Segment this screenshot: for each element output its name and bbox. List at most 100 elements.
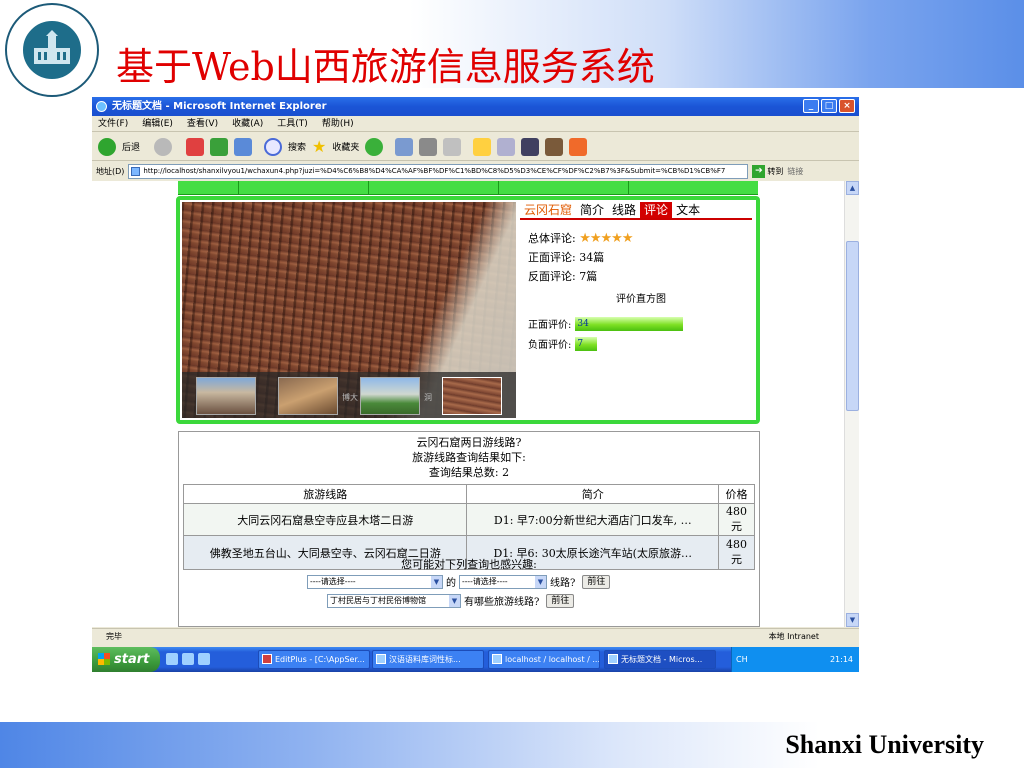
notes-icon[interactable]	[473, 137, 492, 156]
region-select-value: ----请选择----	[310, 576, 356, 586]
address-input[interactable]: http://localhost/shanxilvyou1/wchaxun4.p…	[128, 163, 749, 179]
window-titlebar[interactable]: 无标题文档 - Microsoft Internet Explorer _ □ …	[92, 97, 859, 116]
close-button[interactable]: ×	[839, 99, 855, 113]
tab-name[interactable]: 云冈石窟	[520, 202, 577, 218]
menu-favorites[interactable]: 收藏(A)	[232, 116, 263, 131]
edit-icon[interactable]	[443, 137, 462, 156]
col-header-route: 旅游线路	[182, 484, 468, 504]
print-icon[interactable]	[419, 137, 438, 156]
row-route[interactable]: 大同云冈石窟悬空寺应县木塔二日游	[182, 503, 468, 536]
menu-tools[interactable]: 工具(T)	[277, 116, 308, 131]
chevron-down-icon: ▼	[535, 575, 546, 588]
quick-launch	[166, 653, 210, 665]
clock[interactable]: 21:14	[830, 647, 853, 672]
language-indicator[interactable]: CH	[736, 655, 748, 664]
window-icon	[376, 654, 386, 664]
windows-taskbar: start EditPlus - [C:\AppSer... 汉语语料库词性标.…	[92, 647, 859, 672]
go-button[interactable]: ➔ 转到	[752, 164, 784, 178]
back-label[interactable]: 后退	[122, 140, 140, 153]
task-ie-active[interactable]: 无标题文档 - Micros...	[604, 650, 716, 669]
thumbnail-2[interactable]	[278, 377, 338, 415]
messenger-icon[interactable]	[497, 137, 516, 156]
region-select[interactable]: ----请选择---- ▼	[307, 574, 443, 589]
quicklaunch-icon[interactable]	[182, 653, 194, 665]
tab-intro[interactable]: 简介	[576, 202, 608, 218]
menu-help[interactable]: 帮助(H)	[322, 116, 354, 131]
windows-flag-icon	[98, 653, 110, 665]
scroll-down-icon[interactable]: ▼	[846, 613, 859, 627]
scroll-up-icon[interactable]: ▲	[846, 181, 859, 195]
ie-icon	[492, 654, 502, 664]
quicklaunch-icon[interactable]	[166, 653, 178, 665]
star-icon[interactable]: ★	[312, 137, 326, 156]
task-localhost[interactable]: localhost / localhost / ...	[488, 650, 600, 669]
search-label[interactable]: 搜索	[288, 140, 306, 153]
go-label: 转到	[767, 166, 784, 176]
menu-file[interactable]: 文件(F)	[98, 116, 128, 131]
task-corpus[interactable]: 汉语语料库词性标...	[372, 650, 484, 669]
forward-icon[interactable]	[154, 137, 173, 156]
site-nav-bar[interactable]	[178, 181, 758, 195]
related-query-2: 丁村民居与丁村民俗博物馆 ▼ 有哪些旅游线路? 前往	[327, 593, 575, 608]
positive-count: 正面评论: 34篇	[528, 251, 605, 264]
quicklaunch-icon[interactable]	[198, 653, 210, 665]
minimize-button[interactable]: _	[803, 99, 819, 113]
thumbnail-1[interactable]	[196, 377, 256, 415]
maximize-button[interactable]: □	[821, 99, 837, 113]
type-select[interactable]: ----请选择---- ▼	[459, 574, 547, 589]
thumbnail-4[interactable]	[442, 377, 502, 415]
rating-stars-icon: ★★★★★	[579, 231, 633, 246]
vertical-scrollbar[interactable]: ▲ ▼	[844, 181, 859, 627]
menu-edit[interactable]: 编辑(E)	[142, 116, 173, 131]
attraction-info: 云冈石窟 简介 线路 评论 文本 总体评论: ★★★★★ 正面评论: 34篇 反…	[520, 202, 752, 418]
page-viewport: 博大 洞 云冈石窟 简介 线路 评论 文本 总体评论: ★★★★★ 正面评论: …	[92, 181, 844, 627]
attraction-tabs: 云冈石窟 简介 线路 评论 文本	[520, 202, 752, 220]
attraction-select[interactable]: 丁村民居与丁村民俗博物馆 ▼	[327, 593, 461, 608]
addon-icon[interactable]	[569, 137, 588, 156]
tab-route[interactable]: 线路	[608, 202, 640, 218]
favorites-label[interactable]: 收藏夹	[332, 140, 359, 153]
query-results-panel: 云冈石窟两日游线路? 旅游线路查询结果如下: 查询结果总数: 2 旅游线路 简介…	[178, 431, 760, 627]
go-query-button[interactable]: 前往	[582, 574, 611, 589]
ie-icon	[96, 101, 107, 112]
start-button[interactable]: start	[92, 647, 160, 672]
links-label[interactable]: 链接	[787, 166, 803, 177]
query-count: 查询结果总数: 2	[428, 466, 510, 479]
menu-view[interactable]: 查看(V)	[187, 116, 218, 131]
address-bar: 地址(D) http://localhost/shanxilvyou1/wcha…	[92, 162, 859, 180]
window-title-app: - Microsoft Internet Explorer	[162, 101, 327, 112]
task-label: EditPlus - [C:\AppSer...	[275, 655, 365, 664]
scroll-thumb[interactable]	[846, 241, 859, 411]
home-icon[interactable]	[234, 137, 253, 156]
research-icon[interactable]	[521, 137, 540, 156]
stop-icon[interactable]	[186, 137, 205, 156]
attraction-panel: 博大 洞 云冈石窟 简介 线路 评论 文本 总体评论: ★★★★★ 正面评论: …	[176, 196, 760, 424]
tab-review[interactable]: 评论	[640, 202, 673, 218]
status-bar: 完毕 本地 Intranet	[92, 628, 859, 643]
standard-toolbar: 后退 搜索 ★ 收藏夹	[92, 133, 859, 161]
system-tray: CH 21:14	[731, 647, 859, 672]
history-icon[interactable]	[365, 137, 384, 156]
back-icon[interactable]	[98, 137, 116, 156]
page-icon	[131, 166, 141, 176]
strip-text-left: 博大	[342, 393, 358, 402]
tools-icon[interactable]	[545, 137, 564, 156]
row-intro[interactable]: D1: 早7:00分新世纪大酒店门口发车, …	[466, 503, 719, 536]
thumbnail-3[interactable]	[360, 377, 420, 415]
go-query-button-2[interactable]: 前往	[546, 593, 575, 608]
task-editplus[interactable]: EditPlus - [C:\AppSer...	[258, 650, 370, 669]
refresh-icon[interactable]	[210, 137, 229, 156]
status-text: 完毕	[106, 632, 122, 641]
search-icon[interactable]	[264, 137, 283, 156]
start-label: start	[114, 652, 150, 667]
go-arrow-icon: ➔	[752, 164, 766, 178]
menu-bar: 文件(F) 编辑(E) 查看(V) 收藏(A) 工具(T) 帮助(H)	[92, 116, 859, 132]
mail-icon[interactable]	[395, 137, 414, 156]
related-queries-label: 您可能对下列查询也感兴趣:	[401, 558, 537, 571]
table-row[interactable]: 大同云冈石窟悬空寺应县木塔二日游 D1: 早7:00分新世纪大酒店门口发车, ……	[182, 503, 755, 536]
negative-bar-row: 负面评价: 7	[528, 336, 598, 351]
tab-text[interactable]: 文本	[672, 202, 704, 218]
thumbnail-strip: 博大 洞	[182, 372, 516, 418]
related-query-1: ----请选择---- ▼ 的 ----请选择---- ▼ 线路? 前往	[307, 574, 611, 589]
slide-footer: Shanxi University	[785, 730, 984, 759]
